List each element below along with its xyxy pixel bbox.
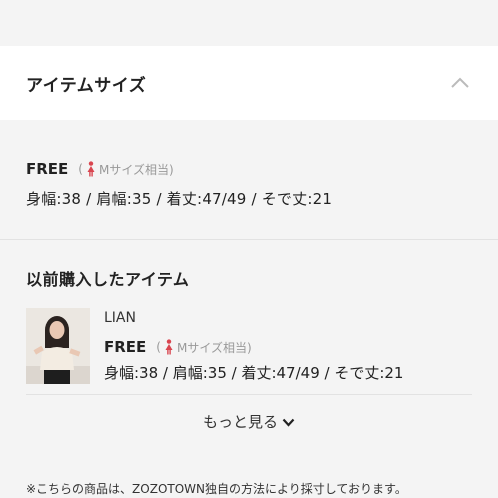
item-note-open-paren: ( bbox=[156, 340, 161, 354]
previous-purchases-title: 以前購入したアイテム bbox=[26, 270, 190, 289]
item-note-text: Mサイズ相当) bbox=[176, 340, 252, 355]
previous-purchases-section: 以前購入したアイテム LIAN FREE (Mサイズ相当) 身幅:38 / 肩… bbox=[0, 240, 498, 432]
measurement-footnote: ※こちらの商品は、ZOZOTOWN独自の方法により採寸しております。 bbox=[26, 482, 407, 496]
item-info: LIAN FREE ( Mサイズ相当) 身幅:38 / 肩幅:35 / 着丈:4… bbox=[104, 308, 403, 384]
size-equivalent-note: ( Mサイズ相当) bbox=[78, 161, 174, 178]
item-size-section: FREE ( Mサイズ相当) 身幅:38 / 肩幅:35 / 着丈:47/49 … bbox=[0, 120, 498, 240]
show-more-label: もっと見る bbox=[202, 413, 278, 431]
item-size-accordion-header[interactable]: アイテムサイズ bbox=[0, 46, 498, 120]
item-measurements: 身幅:38 / 肩幅:35 / 着丈:47/49 / そで丈:21 bbox=[104, 364, 404, 382]
item-size-equivalent-note: ( Mサイズ相当) bbox=[156, 339, 252, 356]
item-thumbnail[interactable] bbox=[26, 308, 90, 384]
size-label: FREE bbox=[26, 160, 69, 178]
note-open-paren: ( bbox=[78, 162, 83, 176]
accordion-title: アイテムサイズ bbox=[26, 75, 147, 96]
previous-item-row[interactable]: LIAN FREE ( Mサイズ相当) 身幅:38 / 肩幅:35 / 着丈:4… bbox=[26, 308, 472, 395]
size-line: FREE ( Mサイズ相当) bbox=[26, 158, 472, 180]
item-size-label: FREE bbox=[104, 338, 147, 356]
chevron-up-icon[interactable] bbox=[450, 73, 470, 93]
item-size-line: FREE ( Mサイズ相当) bbox=[104, 336, 403, 358]
show-more-button[interactable]: もっと見る bbox=[26, 411, 472, 432]
note-text: Mサイズ相当) bbox=[98, 162, 174, 177]
chevron-down-icon bbox=[282, 413, 295, 431]
female-figure-icon bbox=[164, 339, 174, 355]
top-spacer bbox=[0, 0, 498, 46]
female-figure-icon bbox=[86, 161, 96, 177]
item-brand: LIAN bbox=[104, 310, 136, 326]
size-measurements: 身幅:38 / 肩幅:35 / 着丈:47/49 / そで丈:21 bbox=[26, 190, 333, 208]
